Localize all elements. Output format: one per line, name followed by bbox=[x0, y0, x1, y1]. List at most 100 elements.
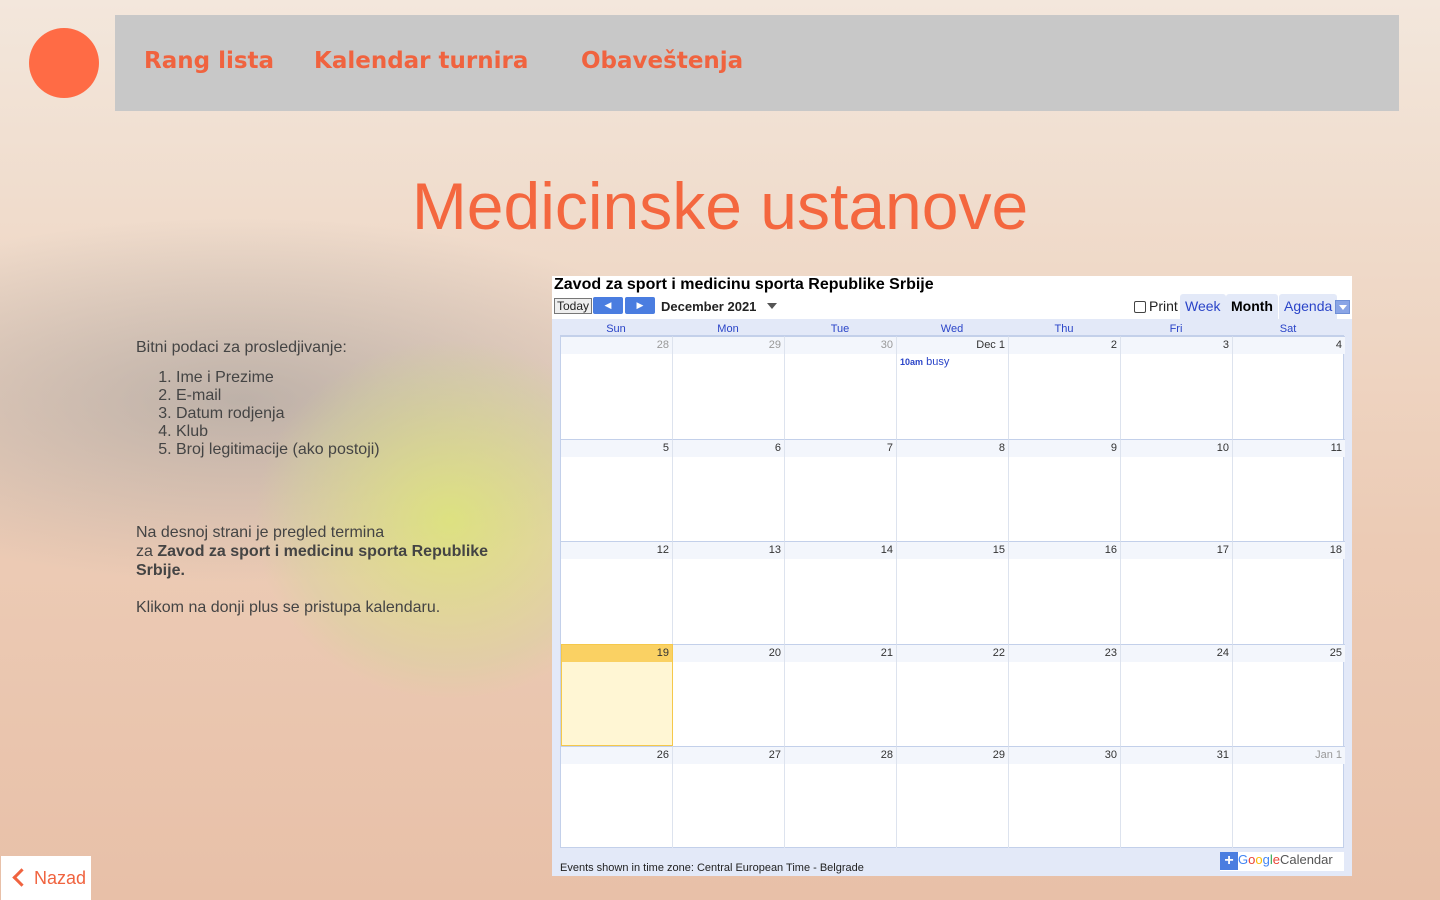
day-cell[interactable]: 5 bbox=[561, 439, 673, 541]
top-navbar: Rang lista Kalendar turnira Obaveštenja bbox=[115, 15, 1399, 111]
back-button[interactable]: Nazad bbox=[1, 856, 91, 900]
day-number: 13 bbox=[673, 542, 784, 559]
day-number: 4 bbox=[1233, 337, 1345, 354]
tab-month[interactable]: Month bbox=[1226, 294, 1278, 319]
print-button[interactable]: Print bbox=[1134, 298, 1178, 314]
day-cell[interactable]: 23 bbox=[1009, 644, 1121, 746]
day-cell[interactable]: 15 bbox=[897, 541, 1009, 644]
day-number: 2 bbox=[1009, 337, 1120, 354]
day-number: 18 bbox=[1233, 542, 1345, 559]
day-number: 25 bbox=[1233, 645, 1345, 662]
day-cell[interactable]: 12 bbox=[561, 541, 673, 644]
day-number: 21 bbox=[785, 645, 896, 662]
calendar-body: Sun Mon Tue Wed Thu Fri Sat 28 29 30 Dec 1 10am bu… bbox=[552, 319, 1352, 876]
day-cell[interactable]: 21 bbox=[785, 644, 897, 746]
next-month-button[interactable]: ▶ bbox=[625, 297, 655, 314]
print-label: Print bbox=[1149, 298, 1178, 314]
printer-icon bbox=[1134, 301, 1146, 313]
day-number: 6 bbox=[673, 440, 784, 457]
day-number: 12 bbox=[561, 542, 672, 559]
week-row: 28 29 30 Dec 1 10am busy 2 3 4 bbox=[561, 336, 1345, 439]
day-cell[interactable]: Jan 1 bbox=[1233, 746, 1345, 848]
calendar-word: Calendar bbox=[1279, 852, 1333, 867]
day-cell[interactable]: 13 bbox=[673, 541, 785, 644]
day-cell[interactable]: 24 bbox=[1121, 644, 1233, 746]
day-number: 7 bbox=[785, 440, 896, 457]
triangle-right-icon: ▶ bbox=[636, 300, 644, 310]
list-item: E-mail bbox=[176, 387, 536, 405]
day-number: 27 bbox=[673, 747, 784, 764]
event-time: 10am bbox=[900, 357, 924, 367]
day-cell-today[interactable]: 19 bbox=[561, 644, 673, 746]
list-item: Broj legitimacije (ako postoji) bbox=[176, 441, 536, 459]
day-cell[interactable]: Dec 1 10am busy bbox=[897, 336, 1009, 439]
required-data-list: Ime i Prezime E-mail Datum rodjenja Klub… bbox=[176, 369, 536, 459]
day-number: 16 bbox=[1009, 542, 1120, 559]
day-cell[interactable]: 28 bbox=[561, 336, 673, 439]
day-cell[interactable]: 9 bbox=[1009, 439, 1121, 541]
day-cell[interactable]: 31 bbox=[1121, 746, 1233, 848]
day-cell[interactable]: 29 bbox=[897, 746, 1009, 848]
day-number: 29 bbox=[673, 337, 784, 354]
week-row: 19 20 21 22 23 24 25 bbox=[561, 644, 1345, 746]
day-cell[interactable]: 20 bbox=[673, 644, 785, 746]
tab-week[interactable]: Week bbox=[1180, 294, 1226, 319]
day-number: 28 bbox=[561, 337, 672, 354]
nav-link-obavestenja[interactable]: Obaveštenja bbox=[581, 48, 743, 74]
day-cell[interactable]: 11 bbox=[1233, 439, 1345, 541]
day-cell[interactable]: 22 bbox=[897, 644, 1009, 746]
day-cell[interactable]: 7 bbox=[785, 439, 897, 541]
day-cell[interactable]: 16 bbox=[1009, 541, 1121, 644]
day-number: 9 bbox=[1009, 440, 1120, 457]
calendar-event[interactable]: 10am busy bbox=[900, 356, 1008, 368]
day-cell[interactable]: 14 bbox=[785, 541, 897, 644]
info-panel: Bitni podaci za prosledjivanje: Ime i Pr… bbox=[136, 339, 536, 617]
day-number: 20 bbox=[673, 645, 784, 662]
google-calendar-badge[interactable]: + GoogleCalendar bbox=[1220, 852, 1344, 871]
back-label: Nazad bbox=[34, 868, 87, 888]
prev-month-button[interactable]: ◀ bbox=[593, 297, 623, 314]
day-cell[interactable]: 2 bbox=[1009, 336, 1121, 439]
day-number: Dec 1 bbox=[897, 337, 1008, 354]
day-cell[interactable]: 30 bbox=[1009, 746, 1121, 848]
google-logo: Google bbox=[1238, 852, 1280, 867]
info-intro: Bitni podaci za prosledjivanje: bbox=[136, 339, 347, 356]
current-month-label: December 2021 bbox=[661, 299, 757, 314]
day-cell[interactable]: 8 bbox=[897, 439, 1009, 541]
calendar-title: Zavod za sport i medicinu sporta Republi… bbox=[554, 276, 934, 293]
day-cell[interactable]: 10 bbox=[1121, 439, 1233, 541]
day-number: 14 bbox=[785, 542, 896, 559]
day-number: 29 bbox=[897, 747, 1008, 764]
day-cell[interactable]: 18 bbox=[1233, 541, 1345, 644]
day-number: 11 bbox=[1233, 440, 1345, 457]
tab-agenda[interactable]: Agenda bbox=[1279, 294, 1338, 319]
day-number: 5 bbox=[561, 440, 672, 457]
week-row: 5 6 7 8 9 10 11 bbox=[561, 439, 1345, 541]
site-logo[interactable] bbox=[29, 28, 99, 98]
day-number: 19 bbox=[562, 645, 672, 662]
timezone-note: Events shown in time zone: Central Europ… bbox=[560, 862, 864, 874]
day-cell[interactable]: 28 bbox=[785, 746, 897, 848]
list-item: Klub bbox=[176, 423, 536, 441]
day-number: 17 bbox=[1121, 542, 1232, 559]
day-cell[interactable]: 29 bbox=[673, 336, 785, 439]
day-cell[interactable]: 25 bbox=[1233, 644, 1345, 746]
day-cell[interactable]: 17 bbox=[1121, 541, 1233, 644]
day-cell[interactable]: 6 bbox=[673, 439, 785, 541]
month-dropdown-icon[interactable] bbox=[767, 303, 777, 309]
day-cell[interactable]: 30 bbox=[785, 336, 897, 439]
day-number: 30 bbox=[1009, 747, 1120, 764]
info-calendar-note: Na desnoj strani je pregled termina za Z… bbox=[136, 523, 536, 580]
nav-link-rang-lista[interactable]: Rang lista bbox=[144, 48, 274, 74]
month-grid: 28 29 30 Dec 1 10am busy 2 3 4 5 6 7 8 9 10 11 12 13 14 15… bbox=[560, 335, 1345, 848]
plus-icon[interactable]: + bbox=[1220, 852, 1238, 870]
day-cell[interactable]: 4 bbox=[1233, 336, 1345, 439]
today-button[interactable]: Today bbox=[554, 298, 593, 314]
day-cell[interactable]: 26 bbox=[561, 746, 673, 848]
day-number: 23 bbox=[1009, 645, 1120, 662]
day-cell[interactable]: 27 bbox=[673, 746, 785, 848]
view-dropdown-icon[interactable] bbox=[1335, 300, 1350, 314]
nav-link-kalendar-turnira[interactable]: Kalendar turnira bbox=[314, 48, 528, 74]
day-cell[interactable]: 3 bbox=[1121, 336, 1233, 439]
info-note-institution: Zavod za sport i medicinu sporta Republi… bbox=[136, 543, 489, 579]
